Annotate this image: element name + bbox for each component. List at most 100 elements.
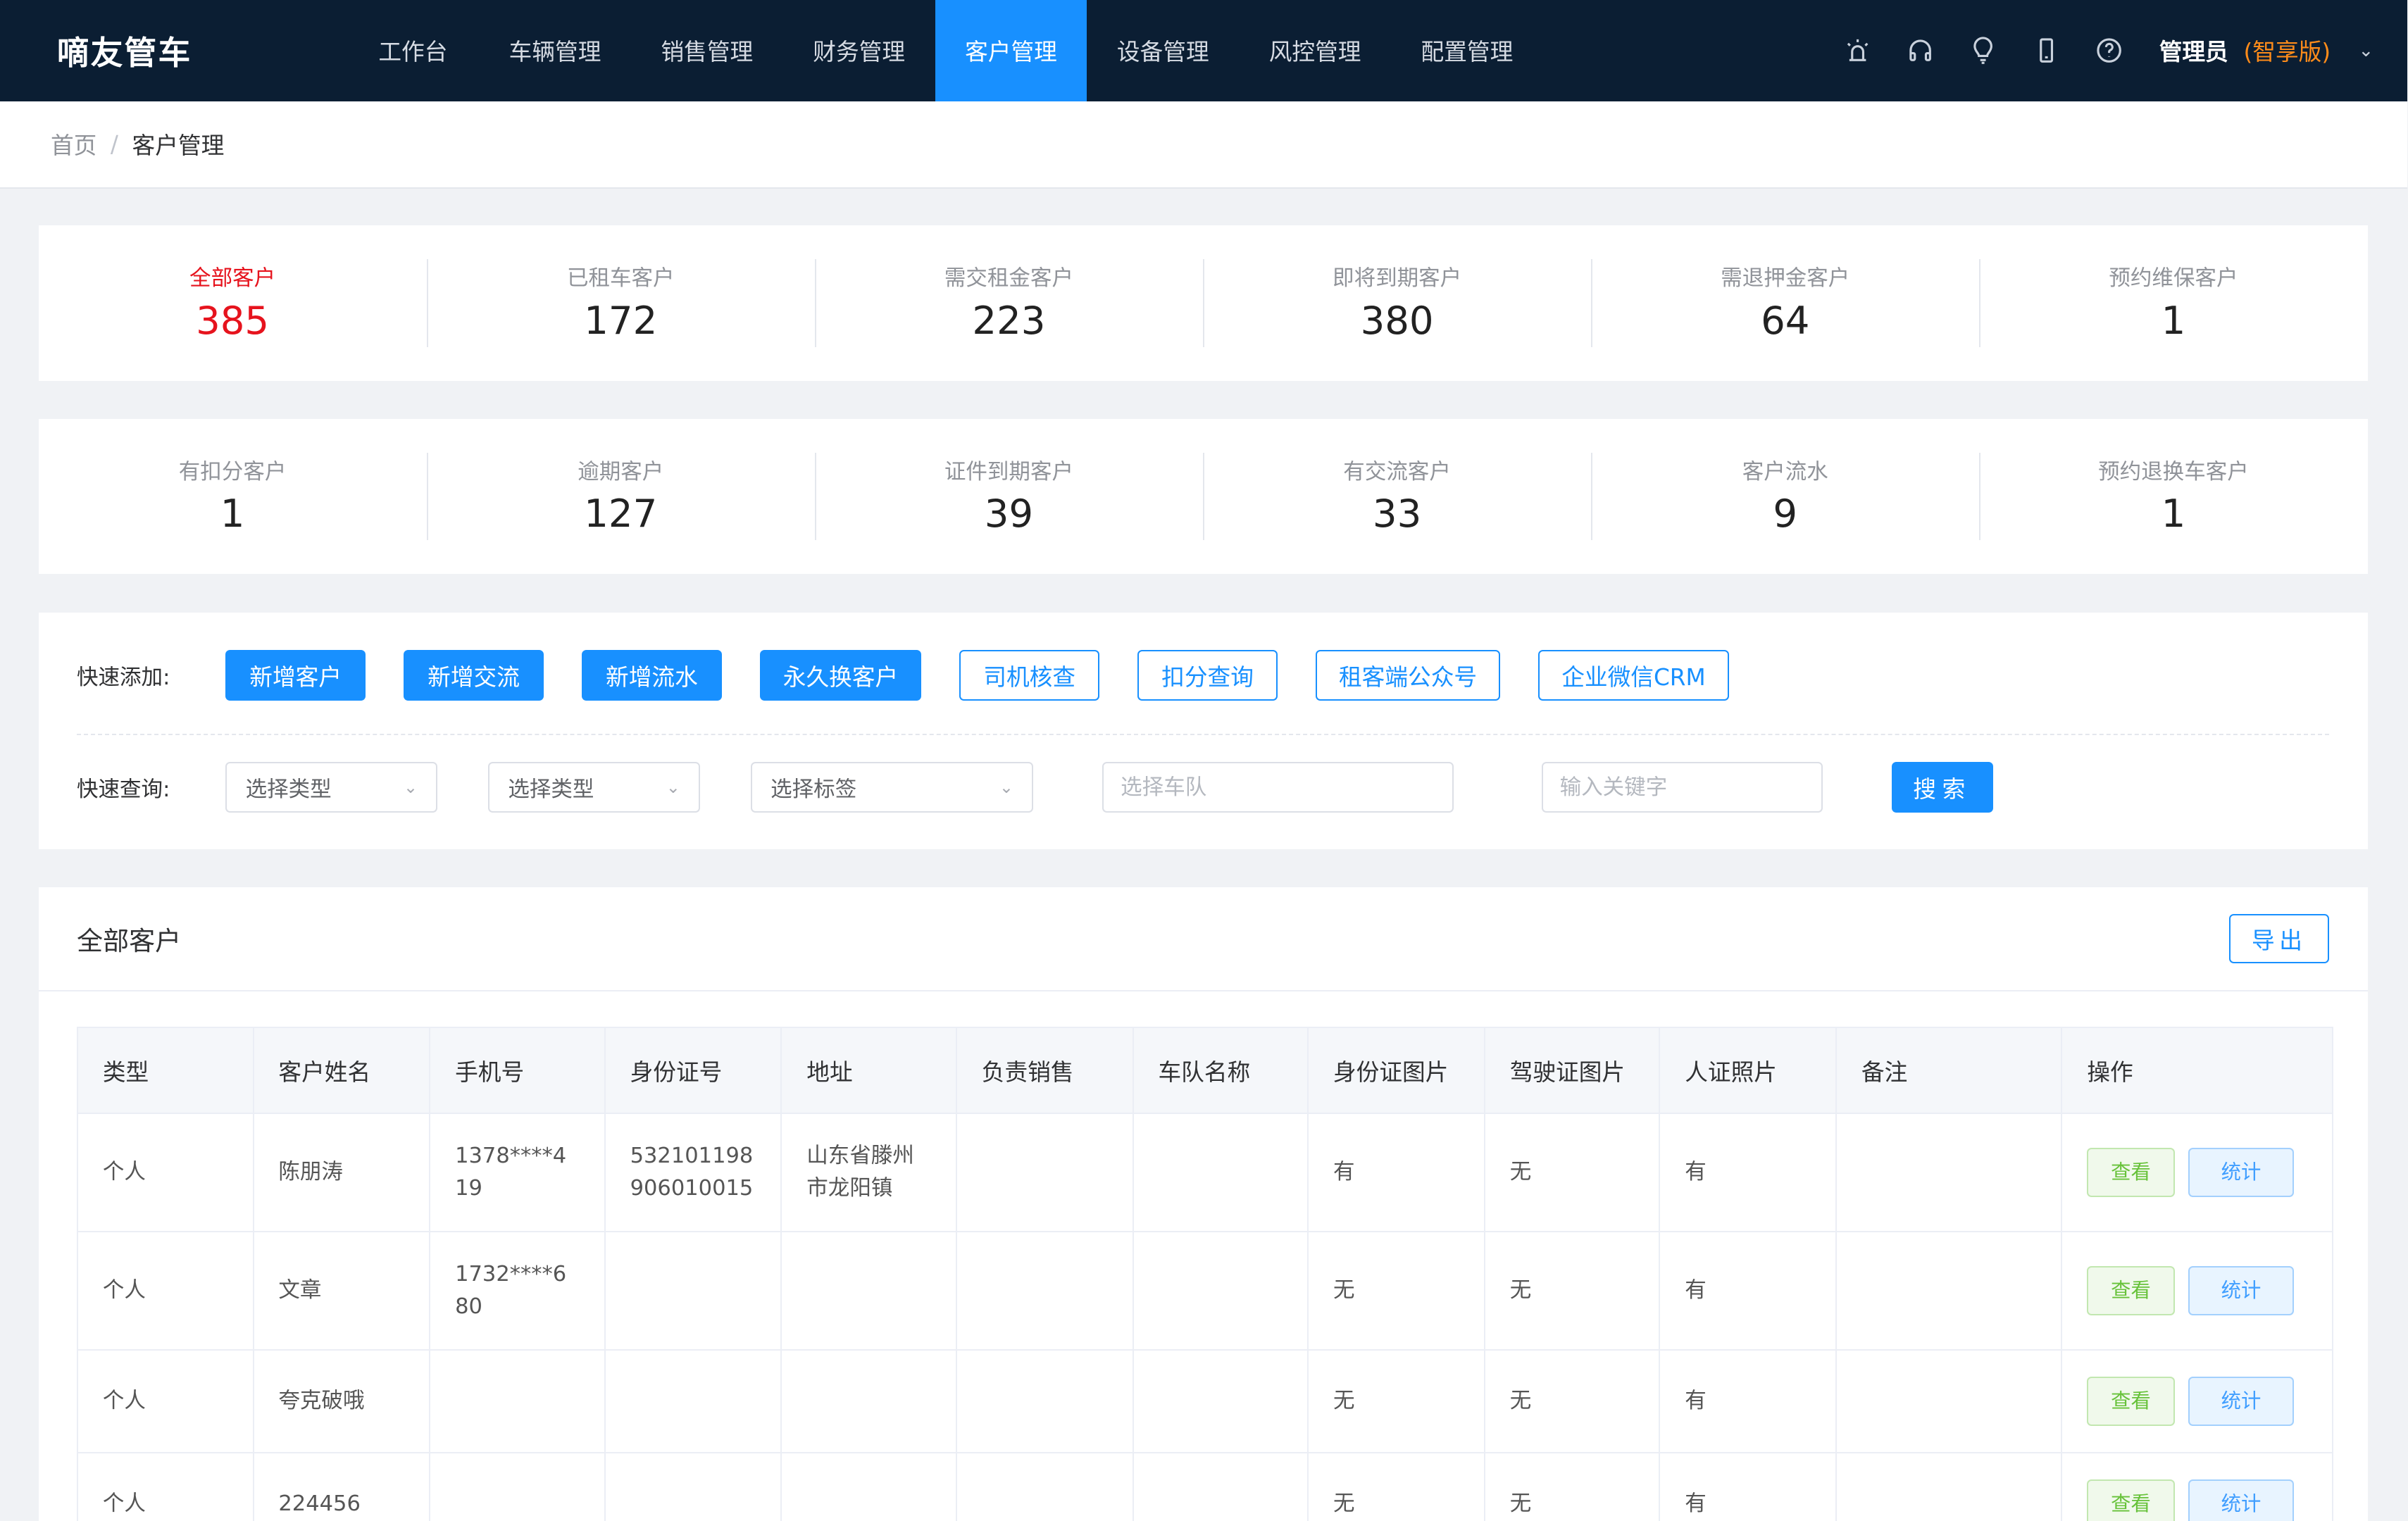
stat-label: 预约退换车客户: [2098, 459, 2249, 484]
stat-return-swap-customers[interactable]: 预约退换车客户 1: [1979, 419, 2367, 574]
top-navbar: 嘀友管车 工作台 车辆管理 销售管理 财务管理 客户管理 设备管理 风控管理 配…: [0, 0, 2408, 101]
cell-sales: [956, 1113, 1134, 1233]
column-header: 备注: [1836, 1028, 2063, 1115]
quick-query-label: 快速查询:: [77, 777, 170, 803]
nav-workbench[interactable]: 工作台: [347, 0, 479, 101]
stat-value: 39: [984, 491, 1034, 537]
stat-rent-due-customers[interactable]: 需交租金客户 223: [814, 225, 1203, 380]
stat-expiring-customers[interactable]: 即将到期客户 380: [1203, 225, 1591, 380]
headset-icon[interactable]: [1889, 0, 1952, 101]
bulb-icon[interactable]: [1952, 0, 2014, 101]
breadcrumb-separator: /: [110, 130, 118, 158]
cell-fleet: [1133, 1350, 1309, 1454]
add-communication-button[interactable]: 新增交流: [404, 650, 544, 701]
column-header: 负责销售: [956, 1028, 1134, 1115]
stat-deposit-refund-customers[interactable]: 需退押金客户 64: [1591, 225, 1979, 380]
tag-select[interactable]: 选择标签 ⌄: [750, 762, 1034, 813]
column-header: 驾驶证图片: [1484, 1028, 1661, 1115]
stats-row-2: 有扣分客户 1 逾期客户 127 证件到期客户 39 有交流客户 33 客户流水…: [38, 419, 2368, 575]
stats-button[interactable]: 统计: [2188, 1377, 2294, 1426]
select-value: 选择类型: [508, 777, 594, 803]
stat-value: 380: [1360, 297, 1434, 343]
stat-label: 有交流客户: [1343, 459, 1451, 484]
stat-label: 有扣分客户: [178, 459, 287, 484]
view-button[interactable]: 查看: [2087, 1148, 2175, 1198]
type-select-2[interactable]: 选择类型 ⌄: [488, 762, 701, 813]
cell-id-image: 无: [1308, 1350, 1485, 1454]
cell-fleet: [1133, 1453, 1309, 1521]
stat-deduction-customers[interactable]: 有扣分客户 1: [39, 419, 427, 574]
nav-finance[interactable]: 财务管理: [783, 0, 935, 101]
tenant-official-account-button[interactable]: 租客端公众号: [1316, 650, 1500, 701]
deduction-query-button[interactable]: 扣分查询: [1137, 650, 1278, 701]
select-value: 选择标签: [771, 777, 857, 803]
view-button[interactable]: 查看: [2087, 1479, 2175, 1521]
stat-label: 客户流水: [1742, 459, 1828, 484]
column-header: 身份证号: [604, 1028, 782, 1115]
chevron-down-icon: ⌄: [999, 777, 1013, 798]
stat-value: 223: [972, 297, 1046, 343]
cell-phone: [430, 1350, 606, 1454]
cell-actions: 查看 统计: [2061, 1350, 2333, 1454]
stat-value: 33: [1372, 491, 1422, 537]
nav-config[interactable]: 配置管理: [1391, 0, 1543, 101]
nav-devices[interactable]: 设备管理: [1087, 0, 1239, 101]
cell-fleet: [1133, 1113, 1309, 1233]
fleet-input[interactable]: [1102, 762, 1454, 813]
stat-value: 127: [584, 491, 658, 537]
cell-sales: [956, 1350, 1134, 1454]
stats-button[interactable]: 统计: [2188, 1479, 2294, 1521]
stat-overdue-customers[interactable]: 逾期客户 127: [426, 419, 815, 574]
stat-value: 385: [196, 297, 270, 343]
user-name[interactable]: 管理员: [2159, 34, 2228, 67]
stat-doc-expiring-customers[interactable]: 证件到期客户 39: [814, 419, 1203, 574]
search-button[interactable]: 搜索: [1891, 762, 1993, 813]
permanent-swap-button[interactable]: 永久换客户: [760, 650, 921, 701]
cell-license-image: 无: [1484, 1453, 1661, 1521]
help-icon[interactable]: [2078, 0, 2140, 101]
nav-vehicles[interactable]: 车辆管理: [479, 0, 631, 101]
stat-maintenance-customers[interactable]: 预约维保客户 1: [1979, 225, 2367, 380]
nav-sales[interactable]: 销售管理: [631, 0, 783, 101]
nav-risk[interactable]: 风控管理: [1239, 0, 1391, 101]
cell-name: 文章: [253, 1232, 431, 1351]
cell-note: [1836, 1350, 2063, 1454]
cell-id-image: 有: [1308, 1113, 1485, 1233]
driver-check-button[interactable]: 司机核查: [959, 650, 1099, 701]
add-flow-button[interactable]: 新增流水: [582, 650, 722, 701]
quick-add-label: 快速添加:: [77, 665, 170, 691]
stat-renting-customers[interactable]: 已租车客户 172: [426, 225, 815, 380]
wecom-crm-button[interactable]: 企业微信CRM: [1538, 650, 1729, 701]
export-button[interactable]: 导出: [2229, 914, 2330, 963]
cell-address: [781, 1453, 957, 1521]
stat-customer-flow[interactable]: 客户流水 9: [1591, 419, 1979, 574]
view-button[interactable]: 查看: [2087, 1377, 2175, 1426]
phone-icon[interactable]: [2015, 0, 2078, 101]
cell-id-number: 532101198906010015: [604, 1113, 782, 1233]
cell-name: 陈朋涛: [253, 1113, 431, 1233]
type-select-1[interactable]: 选择类型 ⌄: [225, 762, 438, 813]
column-header: 操作: [2061, 1028, 2333, 1115]
breadcrumb-home[interactable]: 首页: [51, 127, 96, 161]
stat-all-customers[interactable]: 全部客户 385: [39, 225, 427, 380]
stat-label: 需交租金客户: [944, 266, 1073, 291]
chevron-down-icon[interactable]: ⌄: [2358, 40, 2373, 61]
view-button[interactable]: 查看: [2087, 1266, 2175, 1315]
stats-button[interactable]: 统计: [2188, 1266, 2294, 1315]
stat-value: 1: [220, 491, 245, 537]
alarm-icon[interactable]: [1826, 0, 1889, 101]
cell-actions: 查看 统计: [2061, 1232, 2333, 1351]
stats-row-1: 全部客户 385 已租车客户 172 需交租金客户 223 即将到期客户 380…: [38, 225, 2368, 381]
cell-type: 个人: [78, 1113, 254, 1233]
nav-customers[interactable]: 客户管理: [935, 0, 1087, 101]
column-header: 客户姓名: [253, 1028, 431, 1115]
stat-communication-customers[interactable]: 有交流客户 33: [1203, 419, 1591, 574]
keyword-input[interactable]: [1541, 762, 1823, 813]
cell-actions: 查看 统计: [2061, 1113, 2333, 1233]
table-row: 个人 陈朋涛 1378****419 532101198906010015 山东…: [78, 1113, 2333, 1233]
stat-label: 逾期客户: [578, 459, 664, 484]
edition-badge: (智享版): [2243, 39, 2331, 66]
column-header: 人证照片: [1659, 1028, 1838, 1115]
add-customer-button[interactable]: 新增客户: [225, 650, 366, 701]
stats-button[interactable]: 统计: [2188, 1148, 2294, 1198]
